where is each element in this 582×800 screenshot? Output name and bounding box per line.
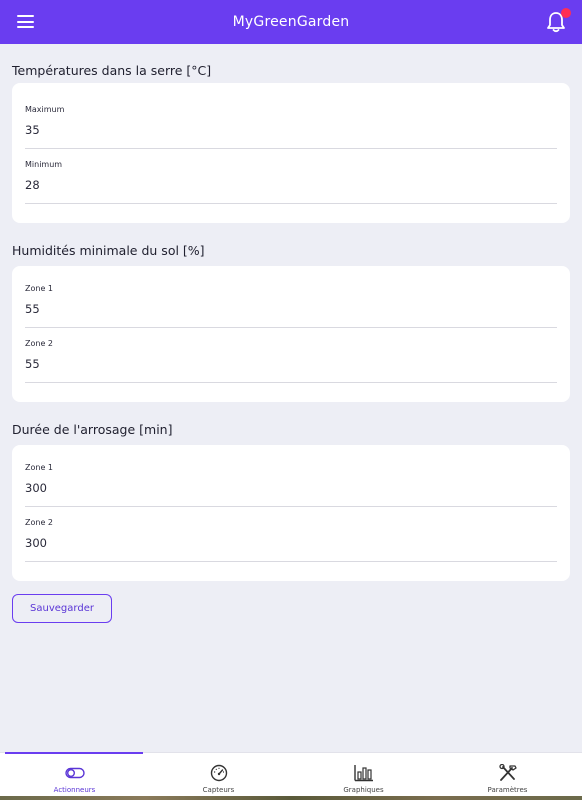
watering-zone1-input[interactable]	[25, 477, 557, 499]
notifications-button[interactable]	[546, 8, 571, 33]
temperature-max-field: Maximum	[25, 105, 557, 149]
tools-icon	[498, 764, 517, 781]
temperature-max-input[interactable]	[25, 119, 557, 141]
watering-zone2-field: Zone 2	[25, 518, 557, 562]
watering-card: Zone 1 Zone 2	[12, 445, 570, 581]
field-label: Maximum	[25, 105, 65, 114]
menu-icon[interactable]	[17, 15, 34, 28]
nav-label: Paramètres	[487, 786, 528, 794]
watering-zone2-input[interactable]	[25, 532, 557, 554]
nav-item-capteurs[interactable]: Capteurs	[146, 753, 291, 800]
temperature-min-input[interactable]	[25, 174, 557, 196]
temperature-min-field: Minimum	[25, 160, 557, 204]
nav-item-actionneurs[interactable]: Actionneurs	[2, 753, 147, 800]
section-title-humidity: Humidités minimale du sol [%]	[12, 243, 205, 258]
background-photo-edge	[0, 796, 582, 800]
gauge-icon	[210, 764, 227, 782]
field-label: Zone 1	[25, 284, 53, 293]
field-label: Zone 1	[25, 463, 53, 472]
humidity-zone2-field: Zone 2	[25, 339, 557, 383]
bar-chart-icon	[353, 765, 373, 782]
toggle-icon	[64, 767, 85, 779]
nav-item-parametres[interactable]: Paramètres	[435, 753, 580, 800]
humidity-zone1-field: Zone 1	[25, 284, 557, 328]
nav-label: Actionneurs	[53, 786, 96, 794]
nav-label: Capteurs	[202, 786, 235, 794]
app-title: MyGreenGarden	[232, 14, 350, 30]
app-bar: MyGreenGarden	[0, 0, 582, 44]
humidity-card: Zone 1 Zone 2	[12, 266, 570, 402]
field-label: Minimum	[25, 160, 63, 169]
field-label: Zone 2	[25, 518, 53, 527]
section-title-temperatures: Températures dans la serre [°C]	[12, 63, 212, 78]
watering-zone1-field: Zone 1	[25, 463, 557, 507]
humidity-zone2-input[interactable]	[25, 353, 557, 375]
save-button[interactable]: Sauvegarder	[12, 594, 112, 623]
notification-badge	[561, 8, 571, 18]
temperatures-card: Maximum Minimum	[12, 83, 570, 223]
bottom-navigation: Actionneurs Capteurs Graphiques Paramètr…	[0, 752, 582, 800]
humidity-zone1-input[interactable]	[25, 298, 557, 320]
nav-item-graphiques[interactable]: Graphiques	[291, 753, 436, 800]
section-title-watering: Durée de l'arrosage [min]	[12, 422, 173, 437]
nav-label: Graphiques	[343, 786, 384, 794]
field-label: Zone 2	[25, 339, 53, 348]
